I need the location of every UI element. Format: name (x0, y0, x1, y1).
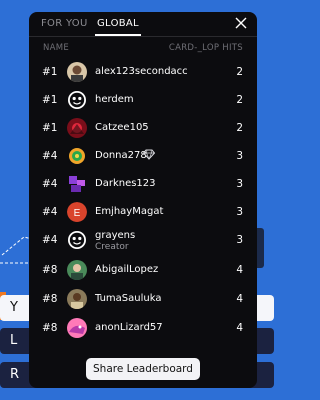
username: alex123secondacc (95, 66, 188, 77)
hit-count: 2 (236, 66, 243, 78)
leaderboard-row[interactable]: #8 AbigailLopez 4 (29, 257, 257, 285)
avatar (67, 318, 87, 338)
leaderboard-modal: FOR YOU GLOBAL NAME CARD-_LOP HITS #1 al… (29, 12, 257, 388)
rank: #1 (42, 66, 58, 78)
username: TumaSauluka (95, 293, 162, 304)
leaderboard-row[interactable]: #4 grayens Creator 3 (29, 227, 257, 259)
username: AbigailLopez (95, 264, 159, 275)
leaderboard-row[interactable]: #1 Catzee105 2 (29, 115, 257, 143)
avatar (67, 260, 87, 280)
username: Donna278 (95, 150, 147, 161)
username: Catzee105 (95, 122, 149, 133)
hit-count: 2 (236, 94, 243, 106)
leaderboard-row[interactable]: #1 alex123secondacc 2 (29, 59, 257, 87)
column-header-hits: CARD-_LOP HITS (168, 43, 243, 53)
avatar (67, 174, 87, 194)
hit-count: 4 (236, 293, 243, 305)
avatar (67, 146, 87, 166)
username: anonLizard57 (95, 322, 163, 333)
face-icon (68, 231, 86, 249)
avatar: E (67, 202, 87, 222)
svg-text:E: E (74, 208, 81, 219)
column-header-name: NAME (43, 43, 70, 53)
face-icon (68, 91, 86, 109)
leaderboard-row[interactable]: #1 herdem 2 (29, 87, 257, 115)
tab-bar: FOR YOU GLOBAL (29, 12, 257, 37)
hit-count: 3 (236, 150, 243, 162)
diamond-icon (143, 149, 155, 160)
rank: #4 (42, 206, 58, 218)
close-icon[interactable] (235, 17, 247, 29)
rank: #1 (42, 94, 58, 106)
username: Darknes123 (95, 178, 156, 189)
rank: #4 (42, 178, 58, 190)
hit-count: 3 (236, 234, 243, 246)
avatar (67, 289, 87, 309)
avatar (67, 62, 87, 82)
rank: #8 (42, 293, 58, 305)
tab-global[interactable]: GLOBAL (95, 18, 141, 36)
tab-for-you[interactable]: FOR YOU (41, 18, 88, 36)
hit-count: 2 (236, 122, 243, 134)
creator-label: Creator (95, 242, 129, 252)
rank: #8 (42, 264, 58, 276)
leaderboard-row[interactable]: #4 Darknes123 3 (29, 171, 257, 199)
leaderboard-row[interactable]: #4 E EmjhayMagat 3 (29, 199, 257, 227)
rank: #4 (42, 234, 58, 246)
rank: #4 (42, 150, 58, 162)
username: EmjhayMagat (95, 206, 164, 217)
username: grayens (95, 230, 136, 241)
hit-count: 3 (236, 178, 243, 190)
share-leaderboard-button[interactable]: Share Leaderboard (86, 358, 200, 380)
hit-count: 4 (236, 322, 243, 334)
rank: #8 (42, 322, 58, 334)
leaderboard-row[interactable]: #8 TumaSauluka 4 (29, 286, 257, 314)
rank: #1 (42, 122, 58, 134)
hit-count: 4 (236, 264, 243, 276)
leaderboard-row[interactable]: #8 anonLizard57 4 (29, 315, 257, 343)
username: herdem (95, 94, 134, 105)
avatar (67, 118, 87, 138)
hit-count: 3 (236, 206, 243, 218)
leaderboard-row[interactable]: #4 Donna278 3 (29, 143, 257, 171)
